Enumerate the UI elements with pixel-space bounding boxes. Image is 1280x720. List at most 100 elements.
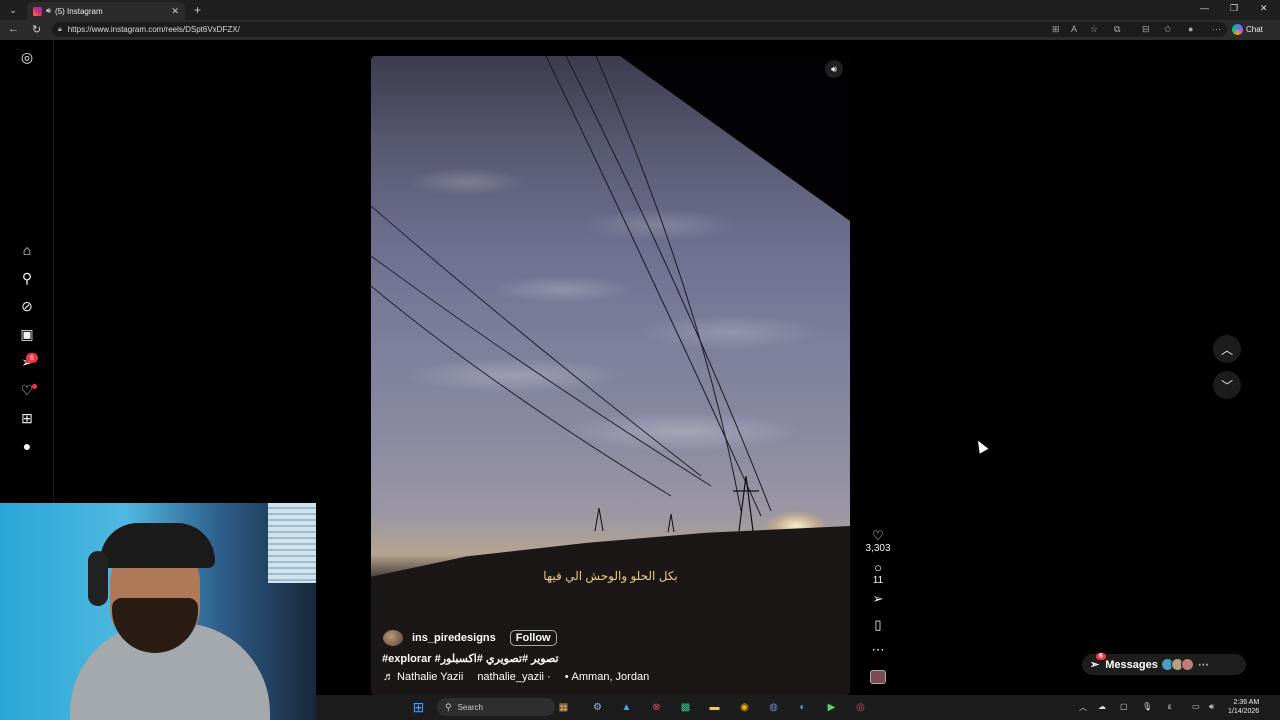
comment-icon: ○ [874, 560, 882, 575]
split-screen-icon[interactable]: ⊟ [1142, 24, 1150, 35]
taskbar-clock[interactable]: 2:36 AM 1/14/2026 [1228, 698, 1259, 716]
comment-action[interactable]: ○ 11 [862, 561, 894, 586]
site-info-icon[interactable]: 🔒︎ [58, 26, 62, 34]
location-icon: • [564, 671, 569, 683]
copilot-icon [1232, 24, 1243, 35]
search-icon[interactable]: ⚲ [18, 269, 36, 287]
avatar [1180, 658, 1194, 671]
onedrive-icon[interactable]: ☁ [1098, 702, 1106, 711]
messages-badge: 6 [1096, 653, 1106, 660]
file-explorer-icon[interactable]: ▬ [707, 700, 722, 715]
activity-dot [32, 384, 37, 389]
browser-tab[interactable]: 🔊︎ (5) Instagram ✕ [27, 2, 185, 20]
like-count: 3,303 [865, 543, 891, 554]
next-reel-button[interactable]: ﹀ [1213, 371, 1241, 399]
reel-meta-row: ♬ Nathalie Yazii nathalie_yazii · • Amma… [383, 671, 663, 683]
create-icon[interactable]: ⊞ [18, 409, 36, 427]
chevron-down-icon: ﹀ [1220, 378, 1233, 393]
browser-tabbar: ⌄ 🔊︎ (5) Instagram ✕ + — ❐ ✕ [0, 0, 1280, 20]
recording-app-icon[interactable]: ◎ [853, 700, 868, 715]
save-action[interactable]: ▯ [862, 618, 894, 631]
microphone-icon[interactable]: 🎙︎ [1142, 702, 1152, 711]
audio-handle[interactable]: nathalie_yazii · [477, 671, 550, 683]
tray-chevron-icon[interactable]: ︿ [1079, 702, 1087, 713]
new-tab-icon[interactable]: + [194, 3, 201, 17]
photos-icon[interactable]: ▲ [619, 700, 634, 715]
follow-button[interactable]: Follow [509, 630, 557, 646]
like-action[interactable]: ♡ 3,303 [862, 529, 894, 554]
tray-app-icon[interactable]: ▢ [1120, 702, 1128, 711]
spreadsheet-icon[interactable]: ▩ [678, 700, 693, 715]
more-icon: ⋯ [871, 642, 885, 657]
favorite-star-icon[interactable]: ☆ [1090, 24, 1098, 35]
comment-count: 11 [872, 575, 884, 586]
window-blinds [268, 503, 316, 583]
bookmark-icon: ▯ [874, 617, 882, 632]
extensions-icon[interactable]: ⧉ [1114, 24, 1120, 35]
webcam-overlay [0, 503, 316, 720]
chat-label: Chat [1246, 25, 1263, 34]
settings-icon[interactable]: ⚙ [590, 700, 605, 715]
windows-start-icon[interactable]: ⊞ [411, 699, 426, 715]
author-username[interactable]: ins_piredesigns [412, 632, 496, 644]
messages-pill[interactable]: ➢ 6 Messages ⋯ [1082, 653, 1246, 675]
back-icon[interactable]: ← [8, 23, 19, 35]
address-bar-row: ← ↻ 🔒︎ https://www.instagram.com/reels/D… [0, 20, 1280, 40]
audio-artist[interactable]: ♬ Nathalie Yazii [383, 671, 463, 683]
language-icon[interactable]: ε [1168, 702, 1172, 711]
discord-icon[interactable]: ◍ [766, 700, 781, 715]
person-cap [100, 523, 215, 568]
reload-icon[interactable]: ↻ [32, 23, 41, 36]
app-available-icon[interactable]: ⊞ [1052, 24, 1060, 35]
more-options-icon[interactable]: ⋯ [1212, 24, 1221, 35]
explore-icon[interactable]: ⊘ [18, 297, 36, 315]
tab-close-icon[interactable]: ✕ [171, 6, 179, 17]
reel-hashtags[interactable]: #explorar #تصوير #تصويري #اكسبلور [382, 652, 612, 665]
window-close-icon[interactable]: ✕ [1260, 3, 1268, 14]
clock-time: 2:36 AM [1233, 699, 1260, 706]
minimize-icon[interactable]: — [1200, 3, 1209, 13]
location-label[interactable]: Amman, Jordan [572, 671, 650, 683]
url-text: https://www.instagram.com/reels/DSpt6VxD… [67, 25, 240, 34]
tab-list-icon[interactable]: ⌄ [0, 0, 26, 20]
taskbar-search[interactable]: ⚲ Search [437, 698, 555, 716]
message-avatars [1160, 658, 1194, 671]
edge-icon[interactable]: ◐ [795, 700, 810, 715]
profile-avatar-icon[interactable]: ● [1188, 24, 1193, 34]
original-audio-thumbnail[interactable] [870, 670, 886, 684]
messages-label: Messages [1105, 658, 1158, 671]
instagram-favicon-icon [33, 6, 42, 16]
app-red-icon[interactable]: ⊗ [649, 700, 664, 715]
profile-icon[interactable]: ● [18, 437, 36, 455]
home-icon[interactable]: ⌂ [18, 241, 36, 259]
power-lines [371, 56, 772, 533]
more-action[interactable]: ⋯ [862, 643, 894, 656]
read-aloud-icon[interactable]: A [1071, 24, 1077, 34]
tab-title: (5) Instagram [55, 6, 103, 16]
windows-taskbar: ⊞ ⚲ Search ▦ ⚙ ▲ ⊗ ▩ ▬ ◉ ◍ ◐ ▶ ◎ ︿ ☁ ▢ 🎙… [316, 695, 1280, 720]
network-icon[interactable]: ▭ [1192, 702, 1200, 711]
media-app-icon[interactable]: ▶ [824, 700, 839, 715]
chrome-icon[interactable]: ◉ [737, 700, 752, 715]
heart-icon: ♡ [872, 528, 884, 543]
share-icon: ➢ [872, 591, 884, 606]
speaker-icon[interactable]: 🔊︎ [46, 6, 51, 16]
widget-icon[interactable]: ▦ [556, 700, 571, 715]
chevron-up-icon: ︿ [1220, 342, 1233, 357]
headset [88, 551, 108, 606]
volume-icon[interactable]: 🔊︎ [1209, 702, 1214, 712]
previous-reel-button[interactable]: ︿ [1213, 335, 1241, 363]
search-icon: ⚲ [445, 701, 452, 712]
instagram-logo-icon[interactable]: ◎ [18, 48, 36, 66]
mute-toggle-icon[interactable]: 🔊︎ [825, 60, 843, 78]
reel-video[interactable] [371, 56, 850, 695]
share-action[interactable]: ➢ [862, 592, 894, 605]
author-row: ins_piredesigns Follow [383, 630, 557, 646]
author-avatar[interactable] [383, 630, 403, 646]
url-field[interactable]: 🔒︎ https://www.instagram.com/reels/DSpt6… [52, 22, 1227, 37]
favorites-icon[interactable]: ✩ [1164, 24, 1172, 35]
more-icon: ⋯ [1197, 659, 1209, 671]
restore-icon[interactable]: ❐ [1230, 3, 1238, 14]
copilot-chat-button[interactable]: Chat [1232, 22, 1263, 37]
reels-icon[interactable]: ▣ [18, 325, 36, 343]
